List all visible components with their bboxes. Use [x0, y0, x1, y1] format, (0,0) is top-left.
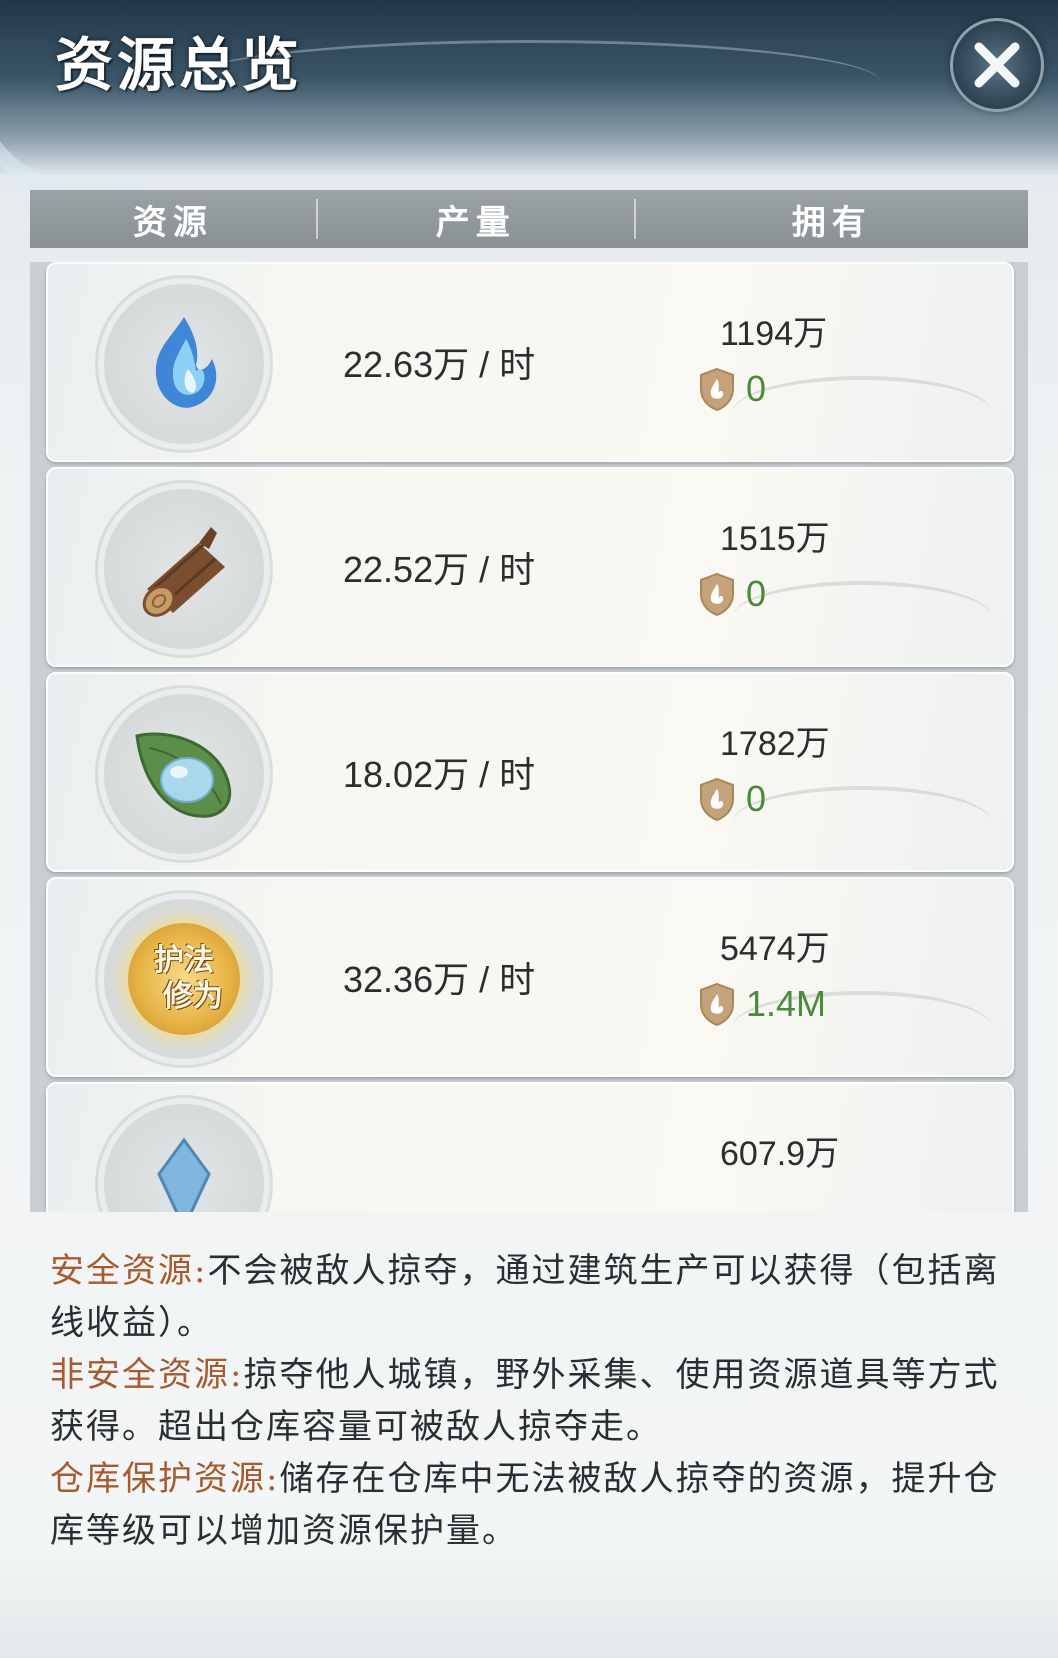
page-title: 资源总览 — [55, 31, 304, 99]
note-label: 安全资源: — [50, 1251, 208, 1291]
guardian-cultivation-icon: 护法 修为 — [128, 923, 240, 1035]
owned-amount: 1782万 0 — [698, 716, 958, 821]
protected-value: 0 — [746, 573, 767, 614]
shield-flame-icon — [700, 367, 734, 411]
close-button[interactable] — [950, 18, 1044, 112]
icon-text-line-2: 修为 — [163, 979, 223, 1014]
resource-row: 22.52万 / 时 1515万 0 — [46, 467, 1014, 667]
note-safe-resource: 安全资源:不会被敌人掠夺，通过建筑生产可以获得（包括离线收益）。 — [50, 1245, 1010, 1349]
shield-flame-icon — [700, 982, 734, 1026]
resource-icon-frame — [104, 694, 264, 854]
note-label: 非安全资源: — [50, 1355, 244, 1395]
resource-icon-frame — [104, 489, 264, 649]
production-rate: 32.36万 / 时 — [343, 959, 536, 1000]
resource-icon-frame — [104, 1104, 264, 1212]
production-rate: 22.52万 / 时 — [343, 549, 536, 590]
column-header-resource: 资源 — [132, 202, 213, 243]
shield-flame-icon — [700, 572, 734, 616]
production-rate: 18.02万 / 时 — [343, 754, 536, 795]
owned-amount: 1515万 0 — [698, 511, 958, 616]
owned-total: 1515万 — [720, 520, 830, 558]
owned-total: 1782万 — [720, 725, 830, 763]
protected-amount: 0 — [698, 777, 958, 821]
bottom-wave-decoration — [0, 1540, 1058, 1658]
protected-amount: 1.4M — [698, 982, 958, 1026]
resource-icon-frame: 护法 修为 — [104, 899, 264, 1059]
owned-total: 5474万 — [720, 930, 830, 968]
crystal-icon — [157, 1137, 211, 1212]
shield-flame-icon — [700, 777, 734, 821]
protected-value: 0 — [746, 778, 767, 819]
owned-amount: 1194万 0 — [698, 306, 958, 411]
note-unsafe-resource: 非安全资源:掠夺他人城镇，野外采集、使用资源道具等方式获得。超出仓库容量可被敌人… — [50, 1349, 1010, 1453]
resource-row: 护法 修为 32.36万 / 时 5474万 1.4M — [46, 877, 1014, 1077]
resource-description: 安全资源:不会被敌人掠夺，通过建筑生产可以获得（包括离线收益）。 非安全资源:掠… — [50, 1245, 1010, 1557]
note-label: 仓库保护资源: — [50, 1459, 280, 1499]
resource-row: 607.9万 — [46, 1082, 1014, 1212]
table-header: 资源 产量 拥有 — [30, 190, 1028, 248]
column-header-production: 产量 — [435, 202, 516, 243]
protected-value: 0 — [746, 368, 767, 409]
owned-amount: 607.9万 — [698, 1126, 958, 1175]
icon-text-line-1: 护法 — [154, 943, 214, 978]
column-header-owned: 拥有 — [791, 202, 872, 243]
close-icon — [974, 42, 1020, 88]
owned-total: 1194万 — [720, 315, 828, 353]
blue-flame-icon — [155, 317, 217, 408]
resource-row: 18.02万 / 时 1782万 0 — [46, 672, 1014, 872]
water-drop-leaf-icon — [135, 732, 232, 818]
resource-list[interactable]: 22.63万 / 时 1194万 0 22.52万 / 时 1515万 0 18… — [30, 262, 1028, 1212]
production-rate: 22.63万 / 时 — [343, 344, 536, 385]
resource-icon-frame — [104, 284, 264, 444]
owned-total: 607.9万 — [720, 1135, 840, 1173]
resource-row: 22.63万 / 时 1194万 0 — [46, 262, 1014, 462]
protected-amount: 0 — [698, 572, 958, 616]
protected-value: 1.4M — [746, 983, 827, 1024]
wood-log-icon — [142, 527, 225, 617]
owned-amount: 5474万 1.4M — [698, 921, 958, 1026]
protected-amount: 0 — [698, 367, 958, 411]
